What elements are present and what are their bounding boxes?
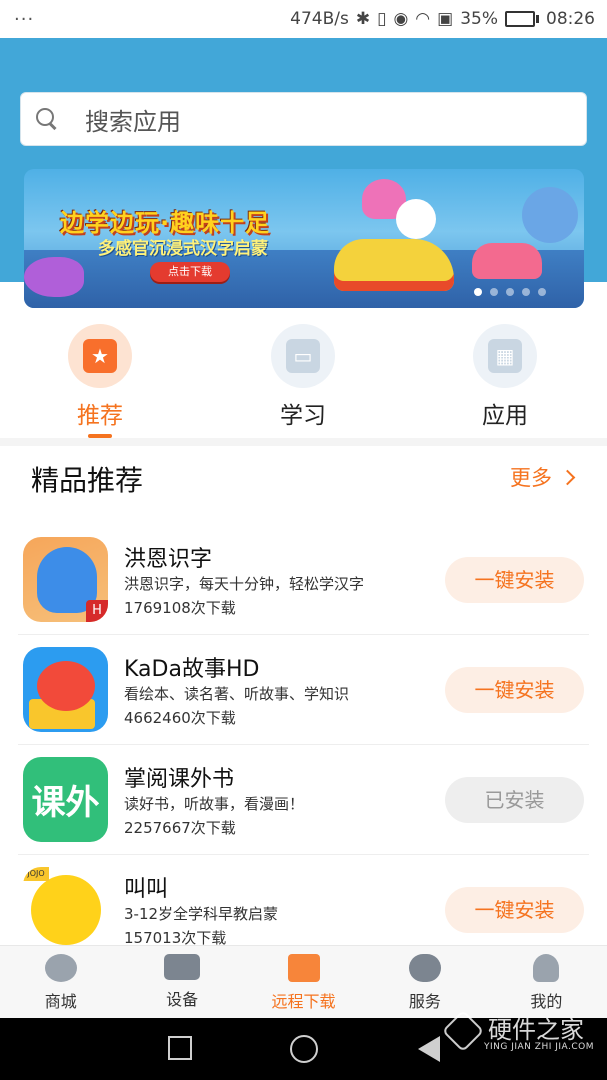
banner-subline: 多感官沉浸式汉字启蒙 bbox=[98, 239, 268, 259]
sim-icon: ▣ bbox=[437, 9, 454, 29]
promo-banner[interactable]: 边学边玩·趣味十足 多感官沉浸式汉字启蒙 点击下载 bbox=[24, 169, 584, 308]
banner-car bbox=[334, 239, 454, 291]
app-icon-zhangyue[interactable]: 课外 bbox=[23, 757, 108, 842]
download-bag-icon bbox=[287, 954, 320, 982]
nav-profile[interactable]: 我的 bbox=[486, 946, 607, 1018]
tab-label: 学习 bbox=[280, 403, 326, 429]
banner-page-dot bbox=[474, 288, 482, 296]
grid-icon: ▦ bbox=[488, 339, 522, 373]
install-button[interactable]: 一键安装 bbox=[445, 667, 584, 713]
app-list: H 洪恩识字 洪恩识字，每天十分钟，轻松学汉字 1769108次下载 一键安装 … bbox=[0, 525, 607, 965]
app-icon-hongen[interactable]: H bbox=[23, 537, 108, 622]
banner-page-dot bbox=[506, 288, 514, 296]
watermark-title: 硬件之家 bbox=[488, 1016, 584, 1044]
nav-label: 我的 bbox=[530, 992, 563, 1011]
install-button[interactable]: 一键安装 bbox=[445, 887, 584, 933]
net-speed: 474B/s bbox=[290, 9, 349, 29]
banner-page-dot bbox=[522, 288, 530, 296]
profile-icon bbox=[533, 954, 560, 982]
nav-remote-download[interactable]: 远程下载 bbox=[243, 946, 364, 1018]
nav-shop[interactable]: 商城 bbox=[0, 946, 121, 1018]
status-bar: ··· 474B/s ✱ ▯ ◉ ◠ ▣ 35% 08:26 bbox=[0, 0, 607, 38]
nav-label: 设备 bbox=[166, 990, 199, 1009]
more-link[interactable]: 更多 bbox=[510, 462, 576, 492]
book-icon: ▭ bbox=[286, 339, 320, 373]
search-bar[interactable]: 搜索应用 bbox=[20, 92, 587, 146]
shop-icon bbox=[44, 954, 77, 982]
device-icon bbox=[164, 954, 201, 980]
app-description: 读好书，听故事，看漫画！ bbox=[124, 795, 305, 813]
app-download-count: 1769108次下载 bbox=[124, 599, 236, 617]
battery-percent: 35% bbox=[460, 9, 498, 29]
nav-label: 远程下载 bbox=[271, 992, 336, 1011]
status-menu-dots: ··· bbox=[14, 8, 35, 30]
app-row-hongen[interactable]: H 洪恩识字 洪恩识字，每天十分钟，轻松学汉字 1769108次下载 一键安装 bbox=[0, 525, 607, 635]
crab-graphic bbox=[37, 661, 95, 711]
tab-label: 应用 bbox=[482, 403, 528, 429]
search-placeholder: 搜索应用 bbox=[85, 107, 181, 136]
app-description: 3-12岁全学科早教启蒙 bbox=[124, 905, 279, 923]
app-row-kada[interactable]: KaDa故事HD 看绘本、读名著、听故事、学知识 4662460次下载 一键安装 bbox=[0, 635, 607, 745]
banner-fish-character bbox=[24, 257, 84, 297]
chick-graphic bbox=[31, 875, 101, 945]
app-description: 洪恩识字，每天十分钟，轻松学汉字 bbox=[124, 575, 365, 593]
vibrate-icon: ▯ bbox=[377, 9, 387, 29]
watermark-subtitle: YING JIAN ZHI JIA.COM bbox=[484, 1042, 595, 1052]
bottom-navigation: 商城 设备 远程下载 服务 我的 bbox=[0, 945, 607, 1018]
eye-icon: ◉ bbox=[393, 9, 409, 29]
battery-icon bbox=[505, 11, 539, 27]
service-icon bbox=[408, 954, 441, 982]
nav-device[interactable]: 设备 bbox=[121, 946, 242, 1018]
nav-service[interactable]: 服务 bbox=[364, 946, 485, 1018]
app-icon-kada[interactable] bbox=[23, 647, 108, 732]
app-name[interactable]: 叫叫 bbox=[124, 871, 168, 903]
banner-page-dot bbox=[538, 288, 546, 296]
home-icon[interactable] bbox=[290, 1035, 318, 1063]
install-button[interactable]: 一键安装 bbox=[445, 557, 584, 603]
installed-button[interactable]: 已安装 bbox=[445, 777, 584, 823]
banner-page-dot bbox=[490, 288, 498, 296]
app-download-count: 2257667次下载 bbox=[124, 819, 236, 837]
back-icon[interactable] bbox=[418, 1036, 440, 1062]
tab-label: 推荐 bbox=[77, 403, 123, 429]
banner-headline: 边学边玩·趣味十足 bbox=[60, 209, 271, 237]
section-divider bbox=[0, 438, 607, 446]
recent-apps-icon[interactable] bbox=[168, 1036, 192, 1060]
banner-pink-car bbox=[472, 243, 542, 279]
banner-bunny-character bbox=[396, 199, 436, 239]
nav-label: 服务 bbox=[408, 992, 441, 1011]
status-indicators: 474B/s ✱ ▯ ◉ ◠ ▣ 35% 08:26 bbox=[290, 9, 595, 29]
app-download-count: 4662460次下载 bbox=[124, 709, 236, 727]
banner-shark-character bbox=[522, 187, 578, 243]
bluetooth-icon: ✱ bbox=[355, 9, 371, 29]
more-label: 更多 bbox=[510, 466, 552, 490]
app-icon-jiaojiao[interactable]: JOJO bbox=[23, 867, 108, 952]
banner-page-indicator bbox=[474, 288, 546, 296]
app-name[interactable]: 洪恩识字 bbox=[124, 541, 212, 573]
section-title: 精品推荐 bbox=[31, 464, 144, 497]
app-name[interactable]: 掌阅课外书 bbox=[124, 761, 234, 793]
chevron-right-icon bbox=[559, 469, 576, 485]
tab-study[interactable]: ▭ 学习 bbox=[243, 324, 363, 430]
tab-recommend[interactable]: ★ 推荐 bbox=[40, 324, 160, 438]
app-icon-tag: JOJO bbox=[23, 867, 49, 881]
star-icon: ★ bbox=[83, 339, 117, 373]
wifi-icon: ◠ bbox=[415, 9, 431, 29]
app-name[interactable]: KaDa故事HD bbox=[124, 651, 259, 683]
app-row-zhangyue[interactable]: 课外 掌阅课外书 读好书，听故事，看漫画！ 2257667次下载 已安装 bbox=[0, 745, 607, 855]
tab-apps[interactable]: ▦ 应用 bbox=[445, 324, 565, 430]
banner-download-button[interactable]: 点击下载 bbox=[150, 262, 230, 282]
nav-label: 商城 bbox=[44, 992, 77, 1011]
category-tabs: ★ 推荐 ▭ 学习 ▦ 应用 bbox=[0, 320, 607, 438]
app-badge: H bbox=[86, 600, 108, 622]
search-icon bbox=[35, 107, 59, 131]
clock: 08:26 bbox=[546, 9, 595, 29]
app-description: 看绘本、读名著、听故事、学知识 bbox=[124, 685, 350, 703]
